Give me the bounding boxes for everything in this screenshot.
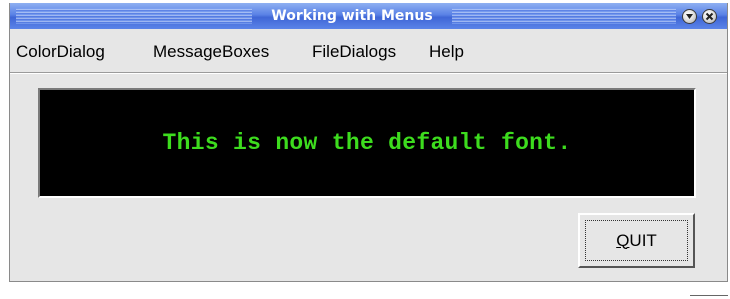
- menu-bar: ColorDialog MessageBoxes FileDialogs Hel…: [10, 29, 727, 74]
- title-bar-stripes-left: [16, 8, 252, 24]
- chevron-down-icon: [686, 14, 693, 19]
- message-display: This is now the default font.: [38, 88, 696, 198]
- title-bar[interactable]: Working with Menus: [10, 3, 727, 29]
- window-title: Working with Menus: [271, 8, 433, 24]
- quit-mnemonic: Q: [616, 230, 630, 250]
- app-window: Working with Menus ColorDialog MessageBo…: [9, 3, 728, 282]
- quit-label-rest: UIT: [629, 230, 657, 250]
- close-button[interactable]: [702, 9, 717, 24]
- close-icon: [705, 12, 714, 21]
- menu-colordialog[interactable]: ColorDialog: [16, 42, 105, 62]
- menu-filedialogs[interactable]: FileDialogs: [312, 42, 396, 62]
- quit-button-label: QUIT: [616, 231, 657, 251]
- quit-button[interactable]: QUIT: [578, 213, 695, 268]
- display-message: This is now the default font.: [162, 130, 572, 156]
- title-bar-stripes-right: [452, 8, 676, 24]
- menu-messageboxes[interactable]: MessageBoxes: [153, 42, 269, 62]
- window-corner-edge: [690, 295, 728, 296]
- menu-help[interactable]: Help: [429, 42, 464, 62]
- minimize-button[interactable]: [682, 9, 697, 24]
